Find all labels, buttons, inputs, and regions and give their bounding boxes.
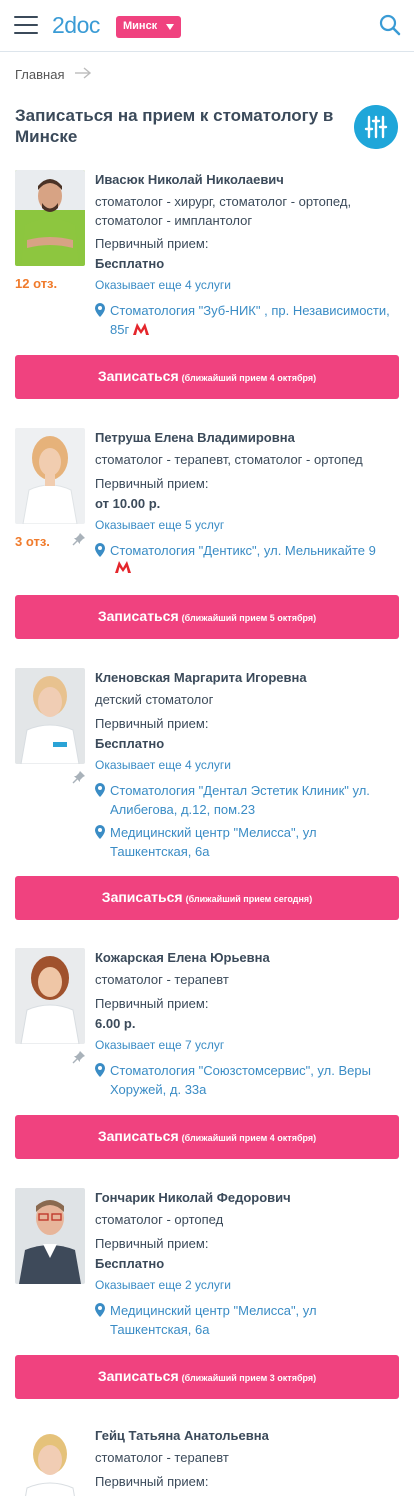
doctor-card: Кленовская Маргарита Игоревна детский ст… xyxy=(0,668,414,920)
clinic-address-text: Стоматология "Союзстомсервис", ул. Веры … xyxy=(110,1063,371,1097)
doctor-photo[interactable] xyxy=(15,1426,85,1496)
book-appointment-button[interactable]: Записаться (ближайший прием 4 октября) xyxy=(15,355,399,399)
pushpin-icon[interactable] xyxy=(72,1050,86,1064)
doctor-photo[interactable] xyxy=(15,428,85,524)
doctor-card: Кожарская Елена Юрьевна стоматолог - тер… xyxy=(0,948,414,1160)
logo[interactable]: 2doc xyxy=(52,12,100,39)
doctor-specialty: стоматолог - терапевт, стоматолог - орто… xyxy=(95,452,363,467)
location-pin-icon xyxy=(95,543,105,557)
primary-visit-label: Первичный прием: xyxy=(95,996,209,1011)
more-services-link[interactable]: Оказывает еще 7 услуг xyxy=(95,1038,224,1052)
more-services-link[interactable]: Оказывает еще 2 услуги xyxy=(95,1278,231,1292)
doctor-specialty: детский стоматолог xyxy=(95,692,214,707)
primary-visit-price: Бесплатно xyxy=(95,1256,165,1271)
more-services-link[interactable]: Оказывает еще 4 услуги xyxy=(95,278,231,292)
book-appointment-button[interactable]: Записаться (ближайший прием 4 октября) xyxy=(15,1115,399,1159)
location-pin-icon xyxy=(95,1063,105,1077)
book-label: Записаться xyxy=(97,608,179,624)
reviews-count[interactable]: 12 отз. xyxy=(15,276,57,291)
doctor-specialty: стоматолог - ортопед xyxy=(95,1212,224,1227)
doctor-name[interactable]: Ивасюк Николай Николаевич xyxy=(95,172,400,187)
nearest-appointment: (ближайший прием 4 октября) xyxy=(181,1133,317,1143)
doctor-name[interactable]: Кожарская Елена Юрьевна xyxy=(95,950,400,965)
primary-visit-price: Бесплатно xyxy=(95,256,165,271)
nearest-appointment: (ближайший прием 3 октября) xyxy=(181,1373,317,1383)
more-services-link[interactable]: Оказывает еще 5 услуг xyxy=(95,518,224,532)
clinic-address-text: Стоматология "Дентикс", ул. Мельникайте … xyxy=(110,543,376,558)
location-pin-icon xyxy=(95,303,105,317)
doctor-photo[interactable] xyxy=(15,170,85,266)
primary-visit-price: от 10.00 р. xyxy=(95,496,161,511)
search-icon[interactable] xyxy=(379,14,401,36)
book-label: Записаться xyxy=(97,368,179,384)
clinic-address-text: Стоматология "Дентал Эстетик Клиник" ул.… xyxy=(110,783,370,817)
clinic-address-text: Медицинский центр "Мелисса", ул Ташкентс… xyxy=(110,825,317,859)
nearest-appointment: (ближайший прием 4 октября) xyxy=(181,373,317,383)
arrow-right-icon xyxy=(75,67,92,79)
pushpin-icon[interactable] xyxy=(72,770,86,784)
book-label: Записаться xyxy=(97,1128,179,1144)
nearest-appointment: (ближайший прием 5 октября) xyxy=(181,613,317,623)
metro-icon xyxy=(115,561,131,573)
primary-visit-label: Первичный прием: xyxy=(95,1236,209,1251)
clinic-address-text: Медицинский центр "Мелисса", ул Ташкентс… xyxy=(110,1303,317,1337)
location-pin-icon xyxy=(95,825,105,839)
doctor-photo[interactable] xyxy=(15,948,85,1044)
doctor-photo[interactable] xyxy=(15,1188,85,1284)
doctor-card: 3 отз. Петруша Елена Владимировна стомат… xyxy=(0,428,414,640)
doctor-specialty: стоматолог - терапевт xyxy=(95,972,229,987)
primary-visit-price: Бесплатно xyxy=(95,736,165,751)
doctor-photo[interactable] xyxy=(15,668,85,764)
book-appointment-button[interactable]: Записаться (ближайший прием сегодня) xyxy=(15,876,399,920)
doctor-name[interactable]: Петруша Елена Владимировна xyxy=(95,430,400,445)
primary-visit-label: Первичный прием: xyxy=(95,476,209,491)
reviews-count[interactable]: 3 отз. xyxy=(15,534,50,549)
page-title: Записаться на прием к стоматологу в Минс… xyxy=(15,106,334,146)
doctor-card: 12 отз. Ивасюк Николай Николаевич стомат… xyxy=(0,170,414,400)
pushpin-icon[interactable] xyxy=(72,532,86,546)
primary-visit-price: 6.00 р. xyxy=(95,1016,136,1031)
doctor-name[interactable]: Гончарик Николай Федорович xyxy=(95,1190,400,1205)
breadcrumb-home[interactable]: Главная xyxy=(15,67,64,82)
city-selector[interactable]: Минск xyxy=(116,16,181,38)
hamburger-icon[interactable] xyxy=(14,16,38,34)
more-services-link[interactable]: Оказывает еще 4 услуги xyxy=(95,758,231,772)
nearest-appointment: (ближайший прием сегодня) xyxy=(185,894,313,904)
primary-visit-label: Первичный прием: xyxy=(95,236,209,251)
location-pin-icon xyxy=(95,1303,105,1317)
book-appointment-button[interactable]: Записаться (ближайший прием 5 октября) xyxy=(15,595,399,639)
book-label: Записаться xyxy=(97,1368,179,1384)
city-label: Минск xyxy=(123,20,158,32)
primary-visit-label: Первичный прием: xyxy=(95,716,209,731)
filter-sliders-icon[interactable] xyxy=(354,105,398,149)
metro-icon xyxy=(133,323,150,335)
doctor-name[interactable]: Кленовская Маргарита Игоревна xyxy=(95,670,400,685)
clinic-address-text: Стоматология "Зуб-НИК" , пр. Независимос… xyxy=(110,303,390,337)
book-label: Записаться xyxy=(101,889,183,905)
header: 2doc Минск xyxy=(0,0,414,52)
book-appointment-button[interactable]: Записаться (ближайший прием 3 октября) xyxy=(15,1355,399,1399)
doctor-card: Гончарик Николай Федорович стоматолог - … xyxy=(0,1188,414,1400)
doctor-card: Гейц Татьяна Анатольевна стоматолог - те… xyxy=(0,1426,414,1496)
doctor-specialty: стоматолог - терапевт xyxy=(95,1450,229,1465)
primary-visit-label: Первичный прием: xyxy=(95,1474,209,1489)
doctor-name[interactable]: Гейц Татьяна Анатольевна xyxy=(95,1428,400,1443)
chevron-down-icon xyxy=(166,24,174,30)
location-pin-icon xyxy=(95,783,105,797)
doctor-specialty: стоматолог - хирург, стоматолог - ортопе… xyxy=(95,194,352,228)
